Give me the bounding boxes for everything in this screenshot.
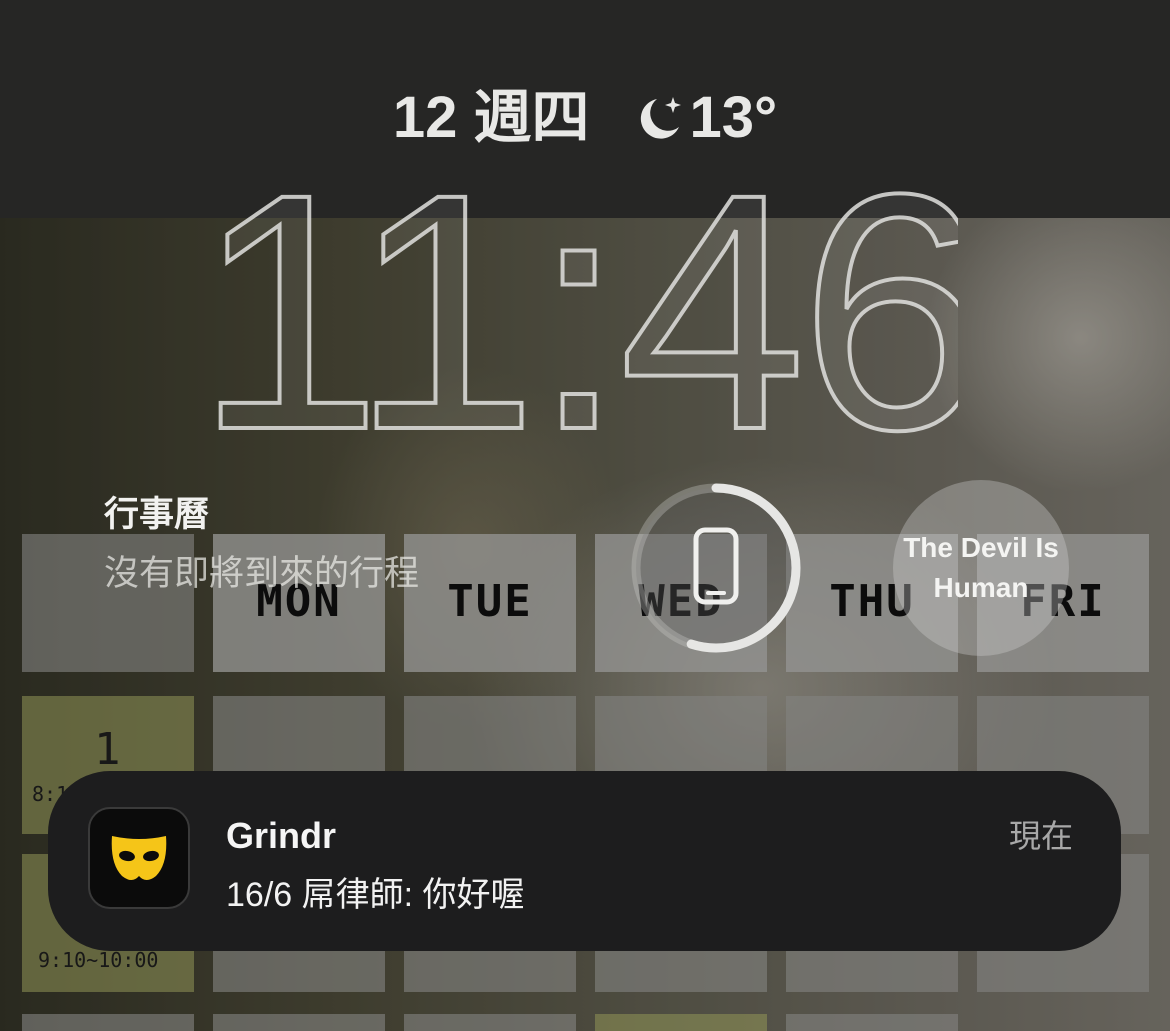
now-playing-widget[interactable]: The Devil Is Human bbox=[893, 480, 1069, 656]
calendar-widget-title: 行事曆 bbox=[104, 495, 210, 534]
notification-banner[interactable]: Grindr 16/6 屌律師: 你好喔 現在 bbox=[48, 771, 1121, 951]
lockscreen-clock[interactable]: 11:46 bbox=[218, 148, 958, 448]
date-label: 12 週四 bbox=[392, 85, 590, 150]
temperature-label: 13° bbox=[689, 85, 778, 150]
grindr-mask-icon bbox=[111, 836, 167, 880]
now-playing-title: The Devil Is Human bbox=[903, 532, 1059, 603]
weather-group: 13° bbox=[633, 85, 777, 150]
moon-stars-icon bbox=[641, 97, 682, 139]
calendar-widget-subtitle: 沒有即將到來的行程 bbox=[104, 554, 420, 593]
battery-widget[interactable] bbox=[626, 478, 806, 658]
grindr-app-icon bbox=[88, 807, 190, 909]
notification-app-name: Grindr bbox=[226, 815, 337, 856]
lockscreen-date-weather[interactable]: 12 週四 13° bbox=[0, 70, 1170, 154]
notification-message: 16/6 屌律師: 你好喔 bbox=[226, 876, 525, 914]
clock-time: 11:46 bbox=[218, 148, 958, 448]
notification-time: 現在 bbox=[1008, 818, 1073, 854]
calendar-widget[interactable]: 行事曆 沒有即將到來的行程 bbox=[104, 486, 419, 596]
